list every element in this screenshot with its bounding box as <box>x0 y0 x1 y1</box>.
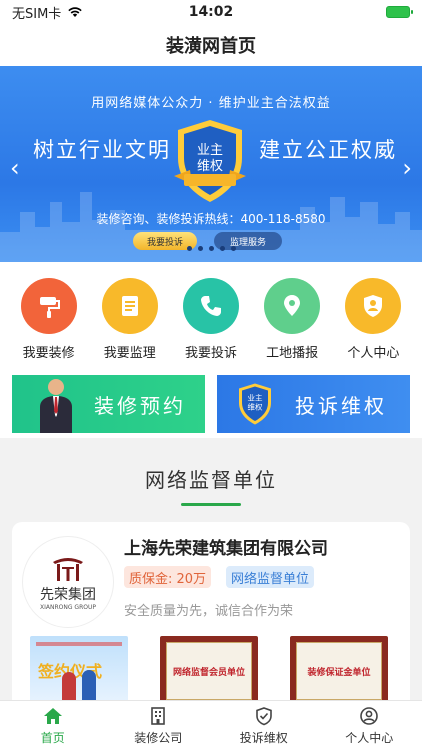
home-icon <box>43 707 62 724</box>
promo-row: 装修预约 业主 维权 投诉维权 <box>0 372 422 438</box>
company-motto: 安全质量为先，诚信合作为荣 <box>124 604 294 619</box>
certificate-deposit-photo[interactable]: 装修保证金单位 <box>290 636 388 706</box>
building-icon <box>151 706 166 725</box>
carrier-text: 无SIM卡 <box>12 6 62 22</box>
phone-icon <box>182 278 239 334</box>
menu-item-complain[interactable]: 我要投诉 <box>173 278 249 372</box>
quick-menu: 我要装修 我要监理 我要投诉 工地播报 个人中心 <box>0 262 422 372</box>
tab-label: 个人中心 <box>345 730 394 745</box>
businessman-illustration <box>40 379 72 433</box>
promo-appointment-card[interactable]: 装修预约 <box>12 375 205 433</box>
shield-check-icon <box>255 706 272 725</box>
promo-appointment-text: 装修预约 <box>94 393 186 418</box>
chevron-right-icon[interactable]: › <box>402 154 412 182</box>
menu-label: 我要装修 <box>22 346 75 361</box>
location-pin-icon <box>264 278 321 334</box>
shield-line1: 业主 <box>248 393 263 403</box>
supervision-section: 网络监督单位 先荣集团 XIANRONG GROUP 上海先荣建筑集团有限公司 … <box>0 438 422 722</box>
carousel-dot[interactable] <box>230 246 236 251</box>
banner-left-text: 树立行业文明 <box>33 138 171 162</box>
section-underline <box>181 503 241 506</box>
banner-slogan: 用网络媒体公众力 · 维护业主合法权益 <box>91 96 331 111</box>
carousel-dot[interactable] <box>208 246 214 251</box>
menu-label: 个人中心 <box>347 346 400 361</box>
menu-label: 工地播报 <box>266 346 319 361</box>
hero-banner[interactable]: 用网络媒体公众力 · 维护业主合法权益 树立行业文明 业主 维权 建立公正权威 … <box>0 66 422 262</box>
menu-item-profile[interactable]: 个人中心 <box>335 278 411 372</box>
tab-companies[interactable]: 装修公司 <box>106 701 212 750</box>
page-title: 装潢网首页 <box>0 24 422 66</box>
menu-item-site-report[interactable]: 工地播报 <box>254 278 330 372</box>
owner-rights-shield-icon: 业主 维权 <box>239 383 271 425</box>
user-circle-icon <box>360 706 379 725</box>
logo-cn-text: 先荣集团 <box>40 586 96 603</box>
tab-home[interactable]: 首页 <box>0 701 106 750</box>
tab-profile[interactable]: 个人中心 <box>317 701 422 750</box>
shield-line1: 业主 <box>197 143 223 158</box>
deposit-badge: 质保金: 20万 <box>124 566 212 588</box>
company-logo: 先荣集团 XIANRONG GROUP <box>22 536 114 628</box>
checklist-icon <box>101 278 158 334</box>
status-left: 无SIM卡 <box>12 3 83 22</box>
company-name: 上海先荣建筑集团有限公司 <box>124 539 328 559</box>
user-shield-icon <box>345 278 402 334</box>
promo-complain-text: 投诉维权 <box>295 393 387 418</box>
menu-item-decorate[interactable]: 我要装修 <box>11 278 87 372</box>
menu-item-supervise[interactable]: 我要监理 <box>92 278 168 372</box>
shield-line2: 维权 <box>248 402 263 412</box>
banner-hotline: 装修咨询、装修投诉热线：400-118-8580 <box>96 212 326 226</box>
section-title: 网络监督单位 <box>145 468 277 492</box>
supervision-unit-badge: 网络监督单位 <box>226 566 315 588</box>
shield-line2: 维权 <box>197 158 223 174</box>
battery-icon <box>386 6 413 18</box>
tab-label: 首页 <box>40 730 65 745</box>
paint-roller-icon <box>20 278 77 334</box>
tab-label: 投诉维权 <box>239 730 288 745</box>
status-bar: 无SIM卡 14:02 <box>0 0 422 24</box>
promo-complain-card[interactable]: 业主 维权 投诉维权 <box>217 375 410 433</box>
certificate-text: 网络监督会员单位 <box>172 667 245 678</box>
menu-label: 我要监理 <box>103 346 156 361</box>
owner-rights-shield-icon: 业主 维权 <box>174 120 246 202</box>
tab-label: 装修公司 <box>134 730 183 745</box>
chevron-left-icon[interactable]: ‹ <box>10 154 20 182</box>
menu-label: 我要投诉 <box>184 346 237 361</box>
certificate-member-photo[interactable]: 网络监督会员单位 <box>160 636 258 706</box>
carousel-dots <box>0 246 422 251</box>
logo-en-text: XIANRONG GROUP <box>40 603 96 611</box>
company-card[interactable]: 先荣集团 XIANRONG GROUP 上海先荣建筑集团有限公司 质保金: 20… <box>12 522 410 722</box>
certificate-text: 装修保证金单位 <box>307 667 371 678</box>
signing-ceremony-photo[interactable]: 签约仪式 <box>30 636 128 706</box>
tab-complaints[interactable]: 投诉维权 <box>211 701 317 750</box>
carousel-dot[interactable] <box>186 246 192 251</box>
gate-logo-icon <box>53 557 83 581</box>
banner-right-text: 建立公正权威 <box>259 138 397 162</box>
carousel-dot[interactable] <box>219 246 225 251</box>
carousel-dot[interactable] <box>197 246 203 251</box>
wifi-icon <box>68 7 83 17</box>
bottom-tab-bar: 首页 装修公司 投诉维权 个人中心 <box>0 700 422 750</box>
